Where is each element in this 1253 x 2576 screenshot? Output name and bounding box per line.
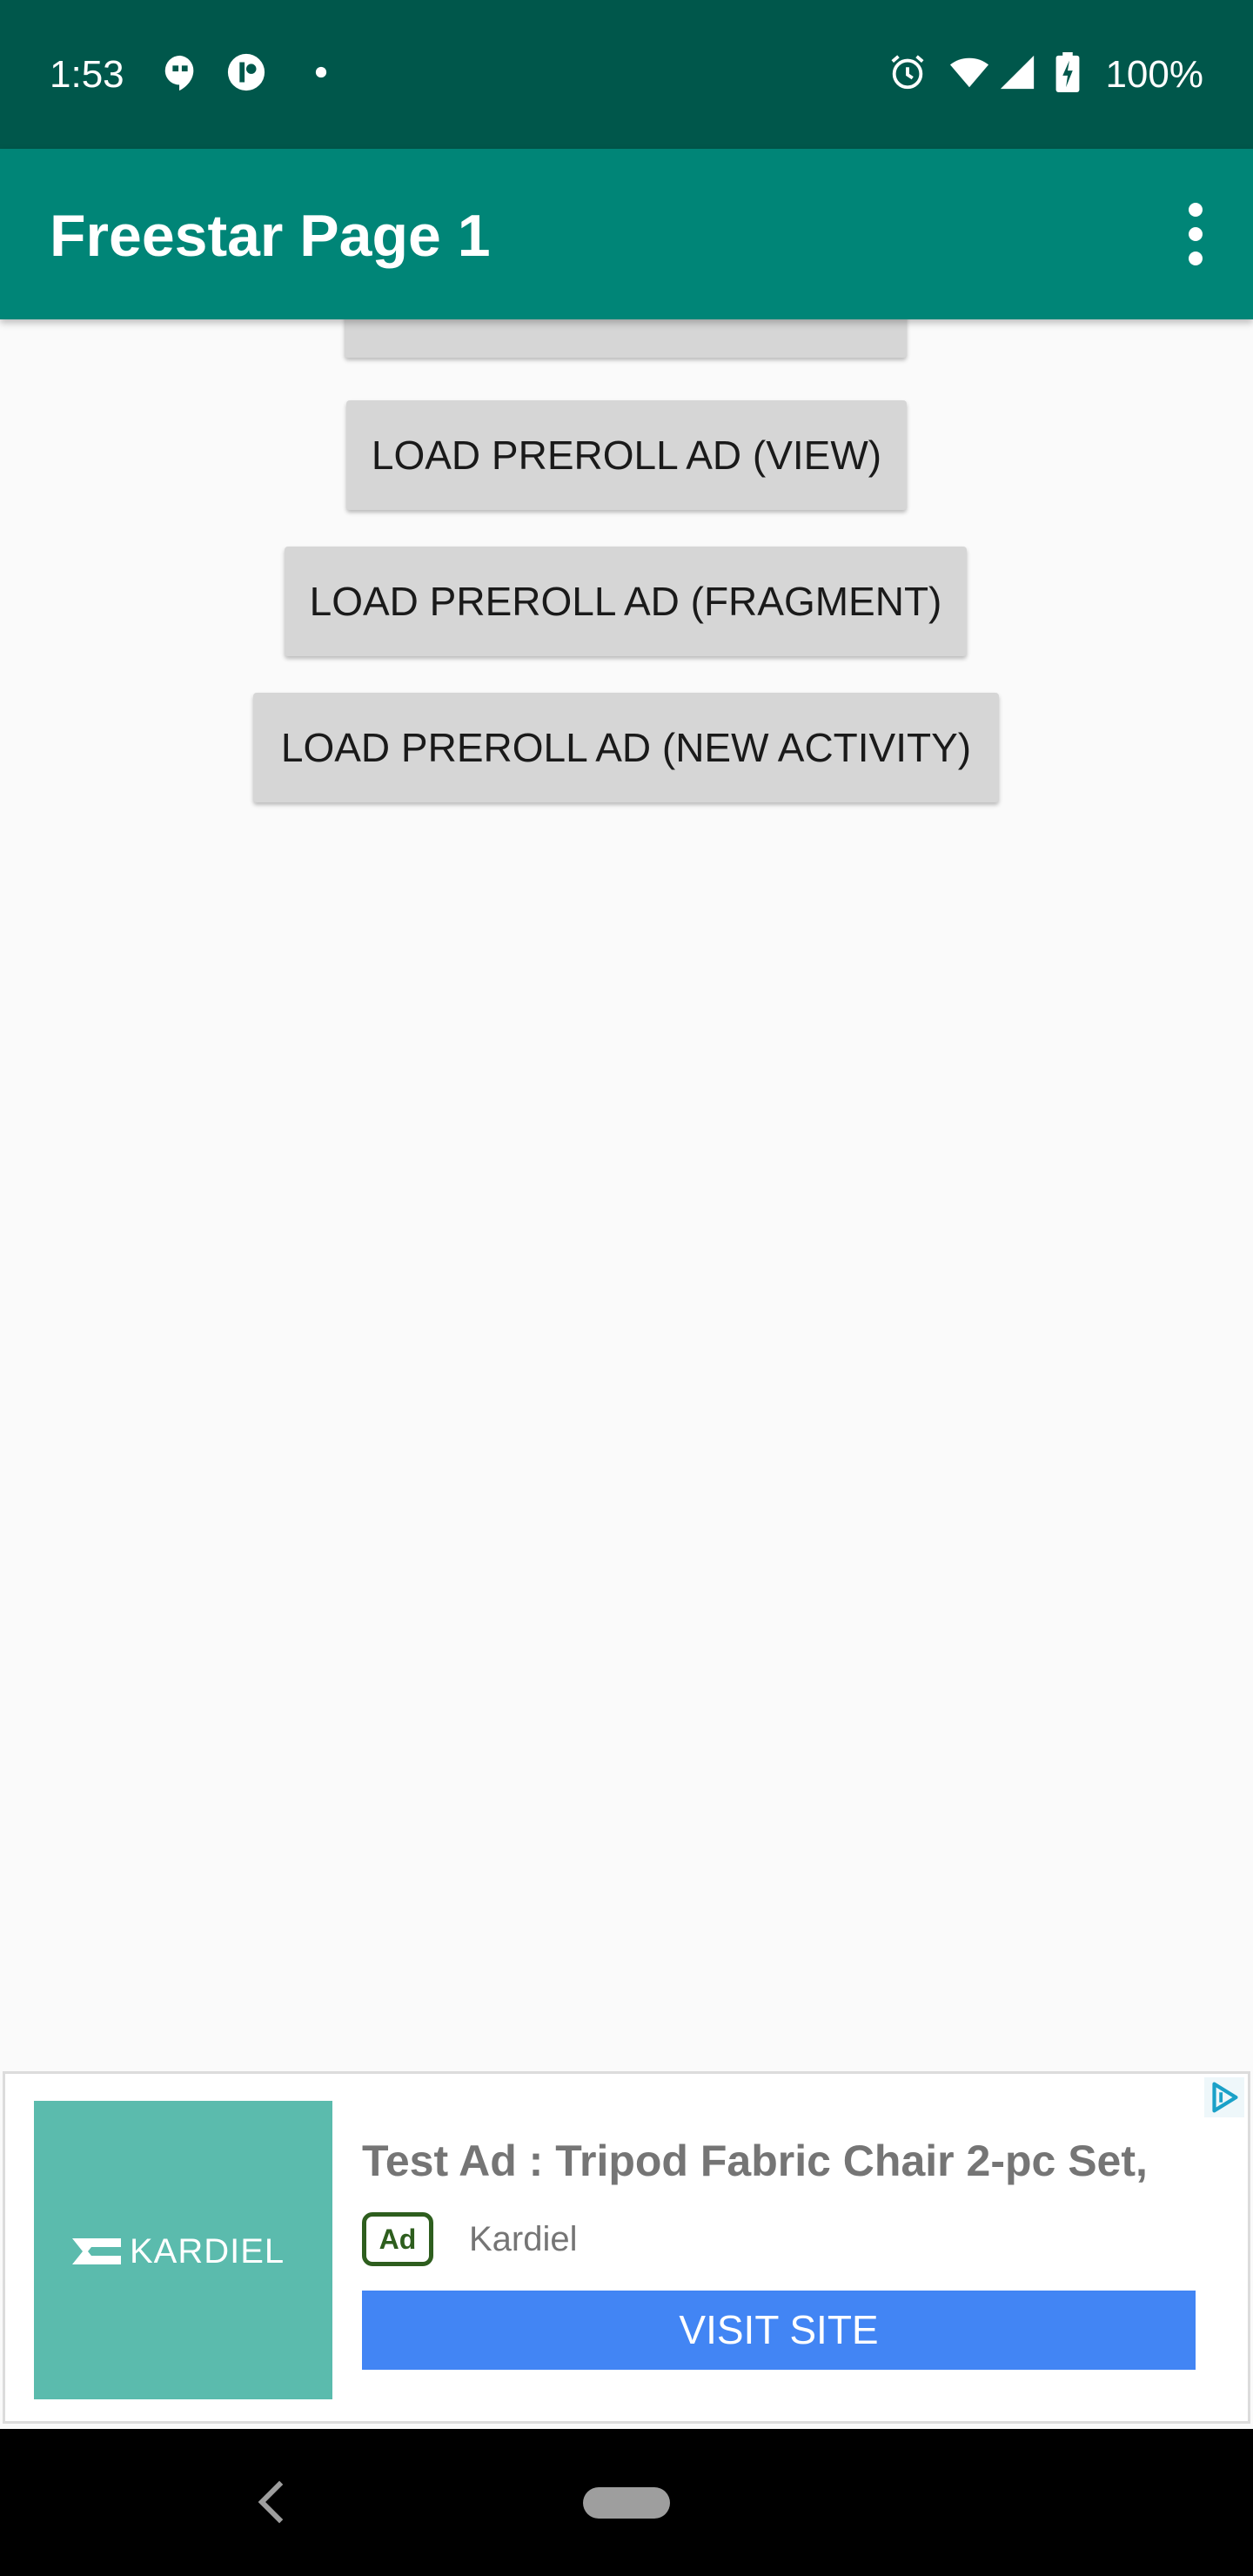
native-ad-banner[interactable]: KARDIEL Test Ad : Tripod Fabric Chair 2-… bbox=[3, 2071, 1250, 2424]
load-banner-ad-button[interactable]: LOAD 320X50 BANNER AD bbox=[345, 319, 907, 358]
pocket-casts-icon bbox=[227, 53, 265, 91]
load-preroll-view-button[interactable]: LOAD PREROLL AD (VIEW) bbox=[346, 400, 907, 510]
alarm-icon bbox=[891, 55, 924, 90]
navigation-bar bbox=[0, 2429, 1253, 2576]
visit-site-button[interactable]: VISIT SITE bbox=[362, 2291, 1196, 2370]
cell-signal-icon bbox=[1000, 55, 1035, 90]
load-preroll-fragment-button[interactable]: LOAD PREROLL AD (FRAGMENT) bbox=[285, 547, 967, 656]
battery-charging-icon bbox=[1055, 52, 1080, 92]
wifi-icon bbox=[949, 57, 989, 88]
ad-headline[interactable]: Test Ad : Tripod Fabric Chair 2-pc Set, bbox=[362, 2135, 1148, 2187]
status-time: 1:53 bbox=[50, 53, 124, 96]
battery-percentage: 100% bbox=[1105, 53, 1203, 96]
kardiel-logo-icon bbox=[72, 2238, 121, 2264]
home-pill-icon[interactable] bbox=[583, 2487, 670, 2519]
button-list: LOAD 320X50 BANNER AD LOAD PREROLL AD (V… bbox=[0, 319, 1253, 1190]
adchoices-icon[interactable] bbox=[1204, 2077, 1244, 2117]
ad-image-brand: KARDIEL bbox=[130, 2232, 285, 2271]
back-icon[interactable] bbox=[254, 2479, 289, 2525]
hangouts-icon bbox=[164, 55, 194, 91]
ad-badge: Ad bbox=[362, 2212, 433, 2266]
overflow-menu-icon[interactable] bbox=[1178, 201, 1213, 267]
notification-dot-icon bbox=[315, 66, 327, 78]
ad-advertiser: Kardiel bbox=[469, 2220, 578, 2258]
ad-image[interactable]: KARDIEL bbox=[34, 2101, 332, 2399]
load-preroll-activity-button[interactable]: LOAD PREROLL AD (NEW ACTIVITY) bbox=[253, 693, 999, 802]
page-title: Freestar Page 1 bbox=[50, 203, 491, 269]
app-bar: Freestar Page 1 bbox=[0, 149, 1253, 319]
status-bar: 1:53 100% bbox=[0, 0, 1253, 149]
